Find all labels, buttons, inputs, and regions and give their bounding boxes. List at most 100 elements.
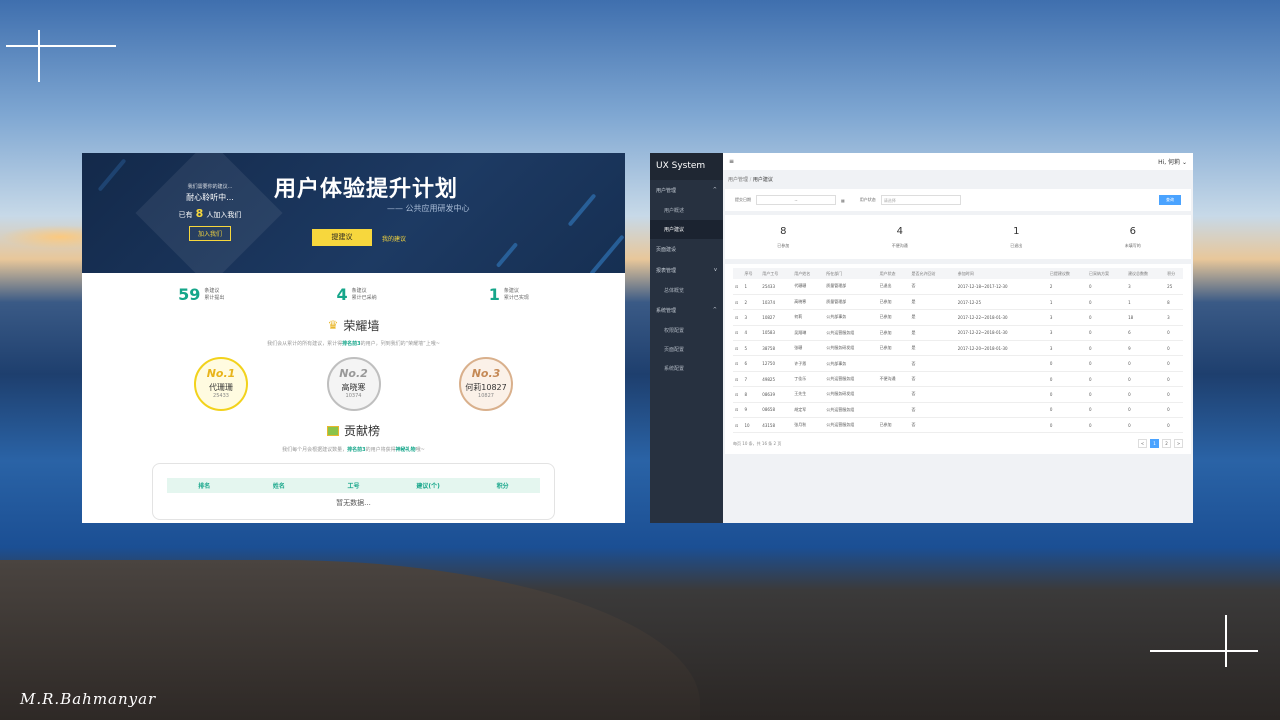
sidebar-group[interactable]: 页面建设 [650,239,723,260]
sidebar-group-label: 页面建设 [656,247,677,253]
table-row[interactable]: ⊡ 1 25433 代珊珊 质量管理部 已退出否 2017-12-18~2017-12-30… [733,279,1183,295]
query-button[interactable]: 查询 [1159,195,1181,205]
table-cell: 0 [1126,402,1166,419]
table-cell: 否 [909,279,956,295]
table-cell: 8 [1165,294,1183,311]
card-quit: 1 已退出 [976,226,1056,249]
table-cell: 08639 [760,386,793,403]
column-header: 已采纳方案 [1086,268,1127,279]
column-header: 是否允许回访 [909,268,956,279]
date-range-input[interactable]: ~ [756,195,836,205]
calendar-icon[interactable]: ▦ [841,198,845,203]
sidebar-item[interactable]: 用户概述 [650,201,723,220]
sidebar-item[interactable]: 总体概览 [650,281,723,300]
sidebar-group[interactable]: 用户管理 ^ [650,180,723,201]
medal-name: 代珊珊 [209,382,233,392]
table-header-row: 序号 用户工号 用户姓名 所在部门 用户状态 是否允许回访 参加时间 已提建议数 已采纳方案 建议… [733,268,1183,279]
honor-wall-section: ♛ 荣耀墙 我们会从累计的所有建议，累计得排名前3的用户，列到我们的“荣耀墙”上哦… [82,314,625,347]
user-menu[interactable]: Hi, 何莉 ⌄ [1158,157,1187,166]
chevron-icon: v [714,267,717,273]
honor-desc-pre: 我们会从累计的所有建议，累计得 [267,340,343,347]
table-cell [877,402,910,419]
stat-label-1: 条建议 [204,287,220,294]
sidebar-item[interactable]: 页面配置 [650,340,723,359]
expand-row-icon[interactable]: ⊡ [733,402,743,419]
sidebar-item[interactable]: 权限配置 [650,321,723,340]
table-cell: 是 [909,294,956,311]
table-cell: 1 [1047,294,1087,311]
table-row[interactable]: ⊡ 3 10827 何莉 公共部事务 已参加是 2017-12-22~2018-01-30 3… [733,309,1183,326]
expand-row-icon[interactable]: ⊡ [733,386,743,403]
table-cell: 0 [1047,371,1087,388]
table-cell: 3 [1165,309,1183,326]
table-cell: 不便沟通 [877,371,910,388]
expand-row-icon[interactable]: ⊡ [733,309,743,326]
table-row[interactable]: ⊡ 4 10583 吴翔琳 公共运营服务组 已参加是 2017-12-22~2018-01-… [733,325,1183,342]
stat-label-1: 条建议 [351,287,367,294]
medal-second: No.2 高晓寒 10374 [326,356,381,411]
my-suggestions-link[interactable]: 我的建议 [382,234,406,243]
expand-row-icon[interactable]: ⊡ [733,279,743,295]
table-cell: 王先生 [792,386,825,403]
expand-row-icon[interactable]: ⊡ [733,371,743,388]
menu-toggle-icon[interactable]: ≡ [729,158,734,165]
sidebar-group[interactable]: 系统管理 ^ [650,300,723,321]
table-row[interactable]: ⊡ 10 43158 张月秋 公共运营服务组 已参加否 0 0 0 0 [733,417,1183,434]
expand-row-icon[interactable]: ⊡ [733,294,743,311]
contrib-desc-highlight2: 神秘礼物 [395,446,416,453]
table-row[interactable]: ⊡ 9 08658 胡定军 公共运营服务组否 0 0 0 0 [733,402,1183,419]
col-id: 工号 [347,482,360,490]
table-cell: 0 [1047,417,1087,434]
table-cell: 已参加 [877,325,910,342]
page-1-button[interactable]: 1 [1150,439,1159,449]
expand-row-icon[interactable]: ⊡ [733,355,743,372]
table-cell: 43158 [760,417,793,434]
table-cell: 0 [1126,386,1166,403]
expand-row-icon[interactable]: ⊡ [733,340,743,357]
status-select[interactable]: 请选择 [880,195,961,205]
table-cell: 已退出 [877,279,910,295]
table-cell: 0 [1086,294,1127,311]
stat-label: 条建议 累计提出 [204,288,224,302]
table-cell: 0 [1047,355,1087,372]
table-row[interactable]: ⊡ 7 49825 丁佳乐 公共运营服务组 不便沟通否 0 0 0 0 [733,371,1183,388]
table-cell: 公共服务研发组 [824,340,878,357]
table-cell: 2017-12-18~2017-12-30 [955,279,1048,295]
breadcrumb: 用户管理 / 用户建议 [723,170,1193,189]
table-row[interactable]: ⊡ 2 10374 高晓寒 质量管理部 已参加是 2017-12-25 1 0 1 8 [733,294,1183,311]
join-us-button[interactable]: 加入我们 [188,226,231,241]
date-label: 提交日期 [735,197,751,202]
contribution-section: 贡献榜 我们每个月会根据建议数量，排名前3的用户将获得神秘礼物哦~ [82,421,625,453]
card-joined: 8 已参加 [743,226,823,249]
table-cell: 2 [742,294,761,311]
sidebar-item[interactable]: 系统配置 [650,359,723,378]
suggest-button[interactable]: 提建议 [312,229,372,246]
contribution-table: 排名 姓名 工号 建议(个) 积分 暂无数据... [152,462,555,520]
app-logo[interactable]: UX System [650,153,723,180]
contrib-desc-highlight: 排名前3 [347,446,366,453]
contrib-desc-post: 哦~ [415,446,425,453]
top-bar: ≡ Hi, 何莉 ⌄ [723,153,1193,170]
table-cell: 2017-12-20~2018-01-30 [955,340,1048,357]
table-cell: 0 [1086,309,1127,326]
honor-desc-post: 的用户，列到我们的“荣耀墙”上哦~ [360,340,440,347]
table-row[interactable]: ⊡ 6 12750 许子恩 公共部事务否 0 0 0 0 [733,355,1183,372]
stats-row: 59 条建议 累计提出 4 条建议 累计已采纳 1 条建议 累计已实现 [82,273,625,304]
table-row[interactable]: ⊡ 5 38758 张珊 公共服务研发组 已参加是 2017-12-20~2018-01-3… [733,340,1183,357]
page-2-button[interactable]: 2 [1162,439,1171,449]
breadcrumb-item[interactable]: 用户管理 [728,177,748,183]
table-cell: 公共服务研发组 [824,386,878,403]
card-label: 不便沟通 [891,242,908,248]
table-body: ⊡ 1 25433 代珊珊 质量管理部 已退出否 2017-12-18~2017-12-30… [733,279,1183,434]
table-cell: 1 [1126,294,1166,311]
sidebar-item[interactable]: 用户建议 [650,220,723,239]
table-cell: 0 [1086,340,1127,357]
prev-page-button[interactable]: < [1138,439,1147,449]
expand-row-icon[interactable]: ⊡ [733,417,743,434]
table-cell: 18 [1126,309,1166,326]
expand-row-icon[interactable]: ⊡ [733,325,743,342]
table-cell: 公共运营服务组 [824,371,878,388]
table-row[interactable]: ⊡ 8 08639 王先生 公共服务研发组否 0 0 0 0 [733,386,1183,403]
next-page-button[interactable]: > [1174,439,1183,449]
sidebar-group[interactable]: 报表管理 v [650,260,723,281]
